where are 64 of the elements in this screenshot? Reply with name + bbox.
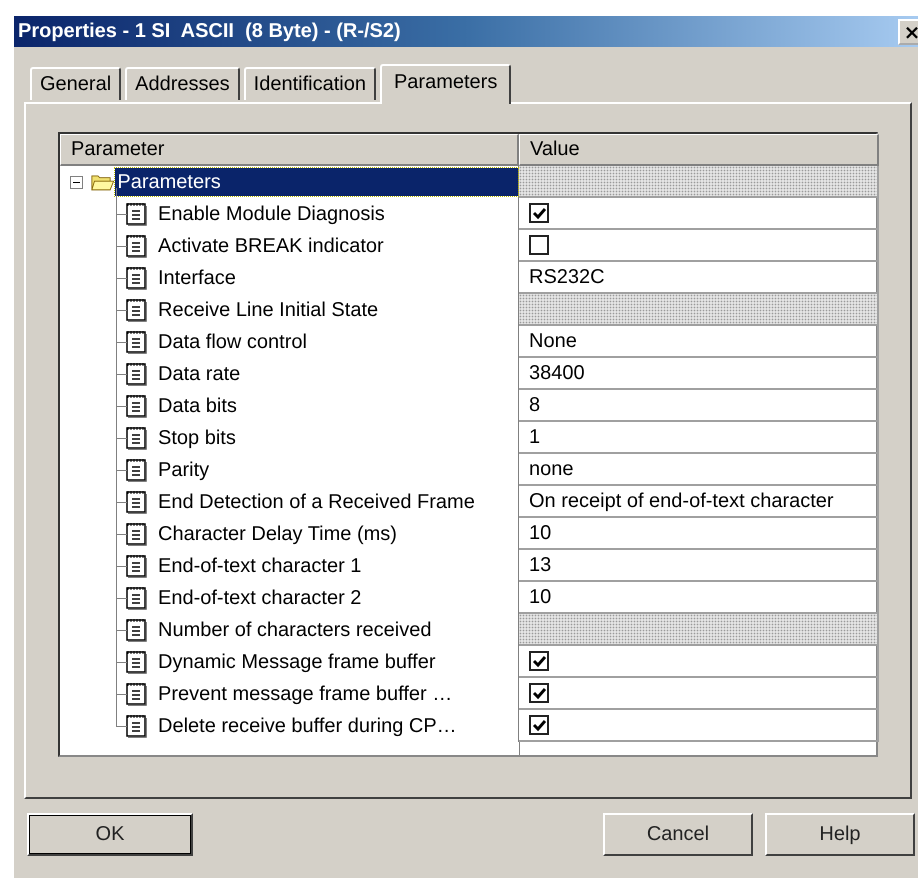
document-icon — [126, 330, 148, 354]
value-cell: On receipt of end-of-text character — [519, 486, 879, 518]
tree-item[interactable]: End-of-text character 2 — [156, 586, 364, 610]
document-icon — [126, 618, 148, 642]
check-icon — [532, 654, 546, 668]
document-icon — [126, 202, 148, 226]
tree-item[interactable]: Number of characters received — [156, 618, 434, 642]
value-cell: 38400 — [519, 358, 879, 390]
document-icon — [126, 522, 148, 546]
tree-item[interactable]: End-of-text character 1 — [156, 554, 364, 578]
tree-item[interactable]: End Detection of a Received Frame — [156, 490, 477, 514]
tree-item[interactable]: Stop bits — [156, 426, 238, 450]
tab[interactable]: Parameters — [380, 64, 512, 104]
document-icon — [126, 298, 148, 322]
value-cell: 10 — [519, 518, 879, 550]
check-icon — [532, 206, 546, 220]
check-icon — [532, 686, 546, 700]
tree-item[interactable]: Activate BREAK indicator — [156, 234, 386, 258]
tree-item[interactable]: Parameters — [115, 168, 518, 196]
tree-item[interactable]: Data bits — [156, 394, 239, 418]
document-icon — [126, 426, 148, 450]
collapse-icon[interactable] — [70, 176, 83, 188]
document-icon — [126, 266, 148, 290]
window-title: Properties - 1 SI ASCII (8 Byte) - (R-/S2) — [17, 20, 401, 43]
column-header[interactable]: Value — [519, 134, 879, 166]
document-icon — [126, 458, 148, 482]
tree-item[interactable]: Delete receive buffer during CP… — [156, 714, 459, 738]
document-icon — [126, 682, 148, 706]
checkbox[interactable] — [529, 715, 549, 735]
tree-item[interactable]: Dynamic Message frame buffer — [156, 650, 438, 674]
value-cell: 13 — [519, 550, 879, 582]
checkbox[interactable] — [529, 683, 549, 703]
close-button[interactable]: × — [898, 18, 918, 44]
tree-item[interactable]: Data flow control — [156, 330, 309, 354]
column-header[interactable]: Parameter — [60, 134, 519, 166]
document-icon — [126, 394, 148, 418]
value-cell: none — [519, 454, 879, 486]
checkbox[interactable] — [529, 235, 549, 255]
document-icon — [126, 362, 148, 386]
tree-item[interactable]: Interface — [156, 266, 238, 290]
document-icon — [126, 490, 148, 514]
tree-item[interactable]: Enable Module Diagnosis — [156, 202, 387, 226]
value-cell: 1 — [519, 422, 879, 454]
tree-item[interactable]: Character Delay Time (ms) — [156, 522, 399, 546]
value-cell: 8 — [519, 390, 879, 422]
tab[interactable]: Identification — [244, 67, 376, 100]
document-icon — [126, 586, 148, 610]
tree-item[interactable]: Receive Line Initial State — [156, 298, 380, 322]
document-icon — [126, 714, 148, 738]
value-cell: None — [519, 326, 879, 358]
check-icon — [532, 718, 546, 732]
checkbox[interactable] — [529, 651, 549, 671]
tree-item[interactable]: Parity — [156, 458, 212, 482]
checkbox[interactable] — [529, 203, 549, 223]
tree-item[interactable]: Prevent message frame buffer … — [156, 682, 454, 706]
help-button[interactable]: Help — [765, 813, 915, 856]
document-icon — [126, 554, 148, 578]
tab[interactable]: General — [30, 67, 122, 100]
cancel-button[interactable]: Cancel — [603, 813, 753, 856]
tree-item[interactable]: Data rate — [156, 362, 242, 386]
tab[interactable]: Addresses — [125, 67, 240, 100]
document-icon — [126, 234, 148, 258]
ok-button[interactable]: OK — [27, 813, 193, 856]
document-icon — [126, 650, 148, 674]
